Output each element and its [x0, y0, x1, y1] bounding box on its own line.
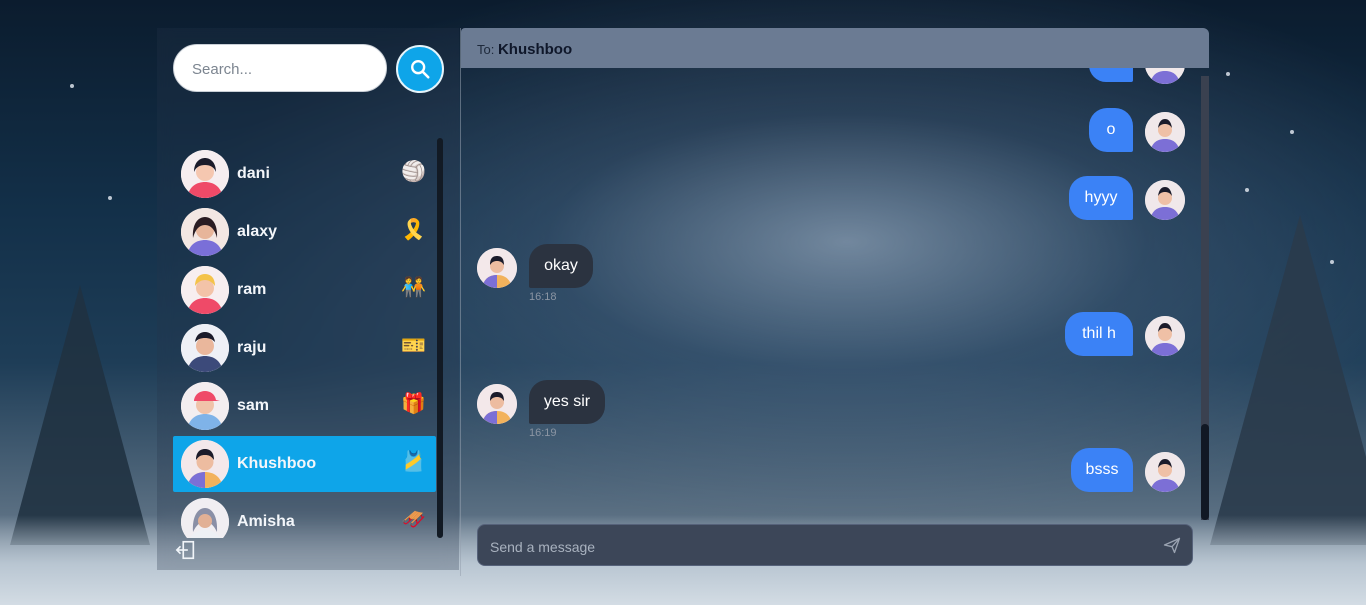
message-text: thil h	[1082, 325, 1116, 342]
message-composer	[477, 524, 1193, 566]
message-text: okay	[544, 257, 578, 274]
logout-button[interactable]	[175, 539, 199, 561]
gift-icon: 🎁	[401, 393, 426, 415]
message-bubble-outgoing: hyyy	[1069, 176, 1133, 220]
avatar	[181, 498, 229, 538]
snowflake	[70, 84, 74, 88]
search-button[interactable]	[396, 45, 444, 93]
contact-name: dani	[237, 165, 270, 182]
avatar	[1145, 180, 1185, 220]
snowflake	[1330, 260, 1334, 264]
contact-name: Amisha	[237, 513, 295, 530]
avatar	[181, 382, 229, 430]
search-box	[173, 44, 387, 92]
message-scrollbar[interactable]	[1201, 76, 1209, 520]
ribbon-icon: 🎗️	[401, 219, 426, 241]
contact-name: Khushboo	[237, 455, 317, 472]
avatar	[477, 384, 517, 424]
avatar	[181, 208, 229, 256]
contact-item-amisha[interactable]: Amisha 🛷	[173, 494, 436, 538]
contact-list: dani 🏐 alaxy 🎗️ ram 🧑‍🤝‍🧑 raju 🎫	[173, 146, 437, 538]
contact-name: sam	[237, 397, 270, 414]
snowflake	[1226, 72, 1230, 76]
people-icon: 🧑‍🤝‍🧑	[401, 277, 426, 299]
avatar	[181, 266, 229, 314]
search-icon	[411, 60, 430, 79]
tree-left	[10, 285, 150, 545]
chat-to-label: To: Khushboo	[477, 41, 572, 58]
avatar	[181, 150, 229, 198]
message-text: bsss	[1085, 461, 1119, 478]
logout-icon	[175, 540, 195, 560]
message-timestamp: 16:18	[529, 291, 557, 303]
message-text: hyyy	[1084, 189, 1118, 206]
contacts-sidebar: dani 🏐 alaxy 🎗️ ram 🧑‍🤝‍🧑 raju 🎫	[157, 28, 459, 570]
avatar	[477, 248, 517, 288]
send-icon	[1163, 537, 1181, 554]
message-bubble-outgoing: thil h	[1065, 312, 1133, 356]
tree-right	[1210, 215, 1366, 545]
chat-header: To: Khushboo	[461, 28, 1209, 68]
avatar	[181, 440, 229, 488]
avatar	[181, 324, 229, 372]
avatar	[1145, 452, 1185, 492]
search-input[interactable]	[190, 57, 374, 81]
contact-item-alaxy[interactable]: alaxy 🎗️	[173, 204, 436, 260]
sled-icon: 🛷	[401, 509, 426, 531]
to-label: To:	[477, 42, 495, 57]
contact-name: ram	[237, 281, 267, 298]
message-bubble-outgoing	[1089, 68, 1133, 82]
message-bubble-incoming: okay	[529, 244, 593, 288]
avatar	[1145, 112, 1185, 152]
message-bubble-outgoing: o	[1089, 108, 1133, 152]
chat-recipient-name: Khushboo	[497, 41, 573, 58]
contact-list-scrollbar[interactable]	[437, 138, 443, 538]
contact-item-khushboo[interactable]: Khushboo 🎽	[173, 436, 436, 492]
message-bubble-outgoing: bsss	[1071, 448, 1133, 492]
shirt-icon: 🎽	[401, 451, 426, 473]
snowflake	[108, 196, 112, 200]
snowflake	[1245, 188, 1249, 192]
ticket-icon: 🎫	[401, 335, 426, 357]
message-text: o	[1106, 121, 1116, 138]
snowflake	[1290, 130, 1294, 134]
message-text: yes sir	[543, 393, 591, 410]
avatar	[1145, 68, 1185, 84]
message-bubble-incoming: yes sir	[529, 380, 605, 424]
message-timestamp: 16:19	[529, 427, 557, 439]
message-list: o hyyy okay 16:18 thil h yes sir 16:19 b…	[461, 68, 1201, 520]
send-button[interactable]	[1162, 535, 1184, 557]
contact-item-raju[interactable]: raju 🎫	[173, 320, 436, 376]
contact-name: raju	[237, 339, 267, 356]
message-input[interactable]	[488, 535, 1132, 559]
contact-item-ram[interactable]: ram 🧑‍🤝‍🧑	[173, 262, 436, 318]
scrollbar-thumb[interactable]	[1201, 424, 1209, 520]
contact-name: alaxy	[237, 223, 278, 240]
avatar	[1145, 316, 1185, 356]
contact-item-sam[interactable]: sam 🎁	[173, 378, 436, 434]
volleyball-icon: 🏐	[401, 161, 426, 183]
contact-item-dani[interactable]: dani 🏐	[173, 146, 436, 202]
